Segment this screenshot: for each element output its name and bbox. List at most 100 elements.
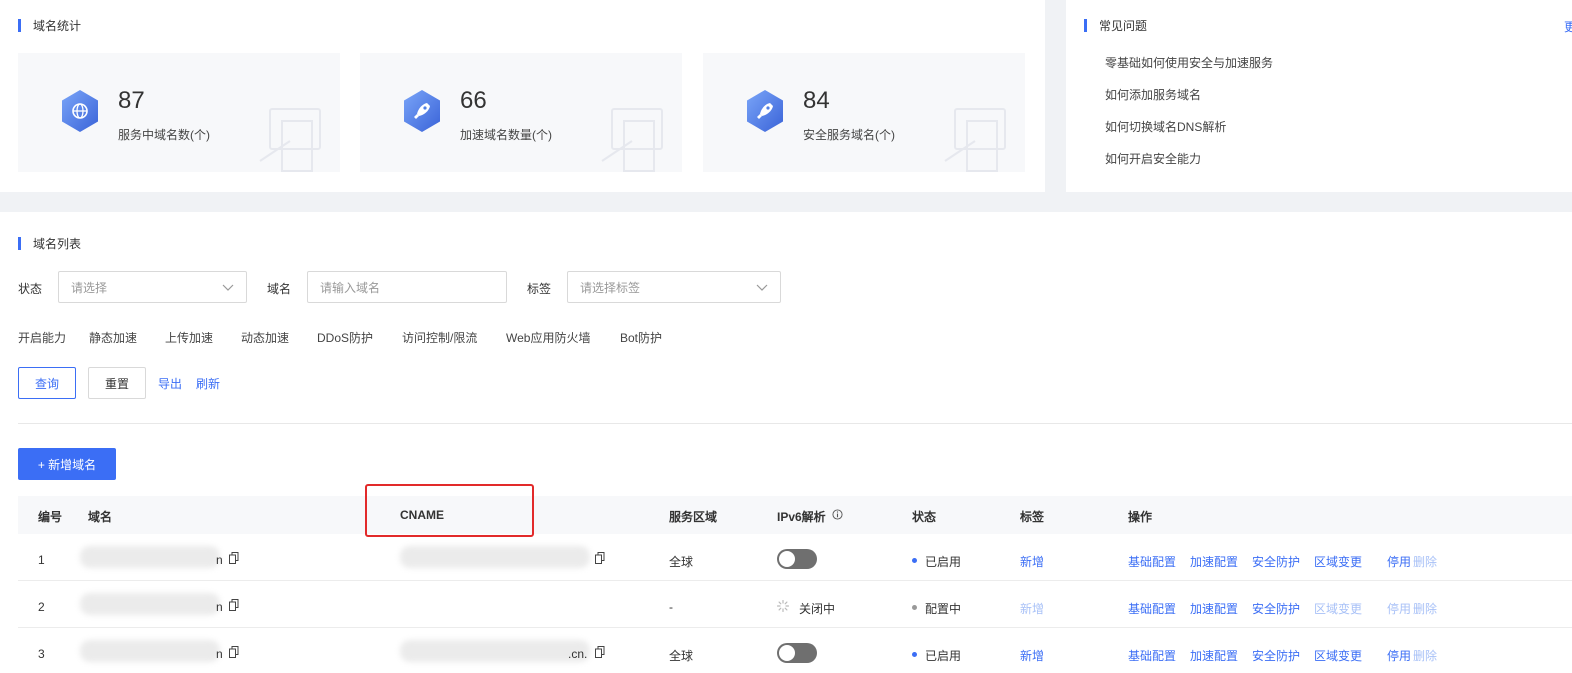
domain-suffix: n	[216, 647, 223, 661]
divider	[18, 423, 1572, 424]
status-badge: 已启用	[925, 649, 962, 663]
ability-upload-accel[interactable]: 上传加速	[165, 329, 213, 346]
info-icon[interactable]	[832, 509, 843, 520]
abilities-label: 开启能力	[18, 331, 67, 345]
row-action-link[interactable]: 区域变更	[1314, 647, 1362, 664]
copy-icon[interactable]	[595, 552, 605, 564]
col-domain: 域名	[88, 510, 113, 524]
domain-input-placeholder: 请输入域名	[320, 280, 381, 295]
faq-item[interactable]: 零基础如何使用安全与加速服务	[1105, 54, 1273, 71]
status-filter-label: 状态	[18, 282, 43, 296]
row-action-link[interactable]: 基础配置	[1128, 600, 1176, 617]
faq-item[interactable]: 如何添加服务域名	[1105, 86, 1201, 103]
stat-label: 服务中域名数(个)	[118, 128, 210, 142]
ipv6-toggle[interactable]	[777, 549, 817, 569]
export-link[interactable]: 导出	[158, 375, 182, 392]
ability-waf[interactable]: Web应用防火墙	[506, 329, 590, 346]
faq-item[interactable]: 如何切换域名DNS解析	[1105, 118, 1226, 135]
stat-card: 87 服务中域名数(个)	[18, 53, 340, 172]
redacted-cname-blur	[400, 546, 590, 568]
status-badge: 已启用	[925, 555, 962, 569]
row-action-link[interactable]: 删除	[1413, 647, 1437, 664]
status-badge: 配置中	[925, 602, 962, 616]
stat-label: 安全服务域名(个)	[803, 128, 895, 142]
copy-icon[interactable]	[229, 599, 239, 611]
cname-suffix: .cn.	[568, 647, 588, 661]
add-domain-button[interactable]: + 新增域名	[18, 448, 116, 480]
decorative-illustration-icon	[601, 108, 663, 172]
row-id: 2	[38, 600, 45, 614]
copy-icon[interactable]	[229, 646, 239, 658]
ability-access-control[interactable]: 访问控制/限流	[402, 329, 477, 346]
query-button[interactable]: 查询	[18, 367, 76, 399]
decorative-illustration-icon	[259, 108, 321, 172]
ipv6-toggle[interactable]	[777, 643, 817, 663]
row-action-link[interactable]: 基础配置	[1128, 553, 1176, 570]
faq-panel: 常见问题 更 零基础如何使用安全与加速服务 如何添加服务域名 如何切换域名DNS…	[1066, 0, 1572, 192]
faq-item[interactable]: 如何开启安全能力	[1105, 150, 1201, 167]
status-select[interactable]: 请选择	[58, 271, 247, 303]
ability-ddos[interactable]: DDoS防护	[317, 329, 373, 346]
row-id: 3	[38, 647, 45, 661]
status-dot	[912, 605, 917, 610]
ability-static-accel[interactable]: 静态加速	[89, 329, 137, 346]
chevron-down-icon	[222, 284, 234, 291]
loading-spinner-icon	[777, 600, 789, 612]
row-action-link[interactable]: 停用	[1387, 553, 1411, 570]
row-action-link[interactable]: 加速配置	[1190, 553, 1238, 570]
row-action-link[interactable]: 安全防护	[1252, 553, 1300, 570]
refresh-link[interactable]: 刷新	[196, 375, 220, 392]
row-action-link[interactable]: 安全防护	[1252, 600, 1300, 617]
reset-button[interactable]: 重置	[88, 367, 146, 399]
list-title: 域名列表	[18, 235, 81, 252]
stat-card: 84 安全服务域名(个)	[703, 53, 1025, 172]
table-row: 1 n 全球 已启用 新增 基础配置 加速配置 安全防护 区域变更 停用 删除	[18, 534, 1572, 581]
row-action-link[interactable]: 停用	[1387, 600, 1411, 617]
table-row: 3 n .cn. 全球 已启用 新增 基础配置 加速配置 安全防护 区域变更 停用 删除	[18, 628, 1572, 673]
globe-icon	[62, 90, 98, 132]
row-action-link[interactable]: 停用	[1387, 647, 1411, 664]
tag-select[interactable]: 请选择标签	[567, 271, 781, 303]
row-action-link[interactable]: 区域变更	[1314, 600, 1362, 617]
faq-title-text: 常见问题	[1099, 19, 1148, 33]
ability-bot[interactable]: Bot防护	[620, 329, 662, 346]
add-tag-link[interactable]: 新增	[1020, 553, 1044, 570]
row-action-link[interactable]: 安全防护	[1252, 647, 1300, 664]
domain-input[interactable]: 请输入域名	[307, 271, 507, 303]
add-tag-link[interactable]: 新增	[1020, 600, 1044, 617]
copy-icon[interactable]	[229, 552, 239, 564]
row-action-link[interactable]: 加速配置	[1190, 600, 1238, 617]
stat-card: 66 加速域名数量(个)	[360, 53, 682, 172]
row-action-link[interactable]: 基础配置	[1128, 647, 1176, 664]
row-region: -	[669, 600, 673, 614]
redacted-domain-blur	[80, 640, 220, 662]
list-title-text: 域名列表	[33, 237, 82, 251]
faq-more-link[interactable]: 更	[1564, 18, 1572, 35]
chevron-down-icon	[756, 284, 768, 291]
stat-value: 87	[118, 87, 145, 114]
add-tag-link[interactable]: 新增	[1020, 647, 1044, 664]
table-header: 编号 域名 CNAME 服务区域 IPv6解析 状态 标签 操作	[18, 496, 1572, 534]
table-row: 2 n - 关闭中 配置中 新增 基础配置 加速配置 安全防护 区域变更 停用 删除	[18, 581, 1572, 628]
row-action-link[interactable]: 区域变更	[1314, 553, 1362, 570]
row-action-link[interactable]: 加速配置	[1190, 647, 1238, 664]
title-bar	[18, 237, 21, 250]
stat-value: 66	[460, 87, 487, 114]
col-tag: 标签	[1020, 510, 1045, 524]
copy-icon[interactable]	[595, 646, 605, 658]
ability-dynamic-accel[interactable]: 动态加速	[241, 329, 289, 346]
redacted-domain-blur	[80, 546, 220, 568]
status-dot	[912, 652, 917, 657]
stat-label: 加速域名数量(个)	[460, 128, 552, 142]
row-action-link[interactable]: 删除	[1413, 600, 1437, 617]
row-region: 全球	[669, 555, 694, 569]
stat-value: 84	[803, 87, 830, 114]
row-region: 全球	[669, 649, 694, 663]
status-dot	[912, 558, 917, 563]
cname-highlight-box	[365, 484, 534, 537]
tag-filter-label: 标签	[527, 282, 552, 296]
row-action-link[interactable]: 删除	[1413, 553, 1437, 570]
faq-title: 常见问题	[1084, 17, 1147, 34]
rocket-icon	[747, 90, 783, 132]
ipv6-status: 关闭中	[799, 602, 836, 616]
